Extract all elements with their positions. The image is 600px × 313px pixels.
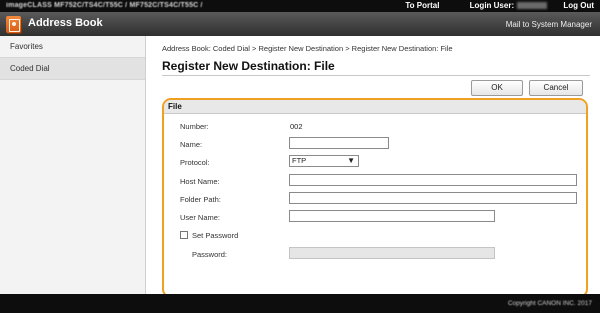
login-user-name — [517, 2, 548, 10]
breadcrumb: Address Book: Coded Dial > Register New … — [162, 44, 453, 53]
password-label: Password: — [192, 250, 228, 259]
sidebar-item-coded-dial[interactable]: Coded Dial — [0, 58, 145, 80]
page-title: Register New Destination: File — [162, 59, 335, 73]
to-portal-link[interactable]: To Portal — [405, 1, 439, 10]
copyright-text: Copyright CANON INC. 2017 — [507, 300, 592, 307]
name-input[interactable] — [289, 137, 389, 149]
login-user: Login User: — [456, 1, 548, 10]
password-input — [289, 247, 495, 259]
number-value: 002 — [290, 122, 303, 131]
panel-header: File — [164, 100, 586, 114]
folder-path-input[interactable] — [289, 192, 577, 204]
app-header: Address Book Mail to System Manager — [0, 12, 600, 36]
set-password-checkbox[interactable] — [180, 231, 188, 239]
sidebar-item-favorites[interactable]: Favorites — [0, 36, 145, 58]
sidebar: Favorites Coded Dial — [0, 36, 146, 294]
protocol-label: Protocol: — [180, 158, 210, 167]
address-book-icon — [6, 16, 21, 33]
set-password-label: Set Password — [192, 231, 239, 240]
number-label: Number: — [180, 122, 209, 131]
folder-path-label: Folder Path: — [180, 195, 221, 204]
app-title: Address Book — [28, 17, 103, 29]
protocol-select[interactable]: FTP ▼ — [289, 155, 359, 167]
mail-to-system-manager-link[interactable]: Mail to System Manager — [506, 20, 592, 29]
name-label: Name: — [180, 140, 203, 149]
ok-button[interactable]: OK — [471, 80, 523, 96]
panel-heading: File — [168, 102, 182, 111]
file-settings-panel: File Number: 002 Name: Protocol: FTP ▼ H… — [162, 98, 588, 298]
log-out-link[interactable]: Log Out — [563, 1, 594, 10]
host-name-input[interactable] — [289, 174, 577, 186]
chevron-down-icon: ▼ — [347, 156, 355, 165]
device-model: imageCLASS MF752C/TS4C/T55C / MF752C/TS4… — [6, 2, 203, 9]
login-user-label: Login User: — [469, 1, 515, 10]
user-name-input[interactable] — [289, 210, 495, 222]
host-name-label: Host Name: — [180, 177, 220, 186]
footer: Copyright CANON INC. 2017 — [0, 294, 600, 313]
top-bar: imageCLASS MF752C/TS4C/T55C / MF752C/TS4… — [0, 0, 600, 12]
main-content: Address Book: Coded Dial > Register New … — [147, 36, 600, 313]
cancel-button[interactable]: Cancel — [529, 80, 583, 96]
title-divider — [162, 75, 590, 76]
top-links: To Portal Login User: Log Out — [391, 1, 594, 10]
user-name-label: User Name: — [180, 213, 221, 222]
protocol-selected-value: FTP — [292, 156, 307, 165]
